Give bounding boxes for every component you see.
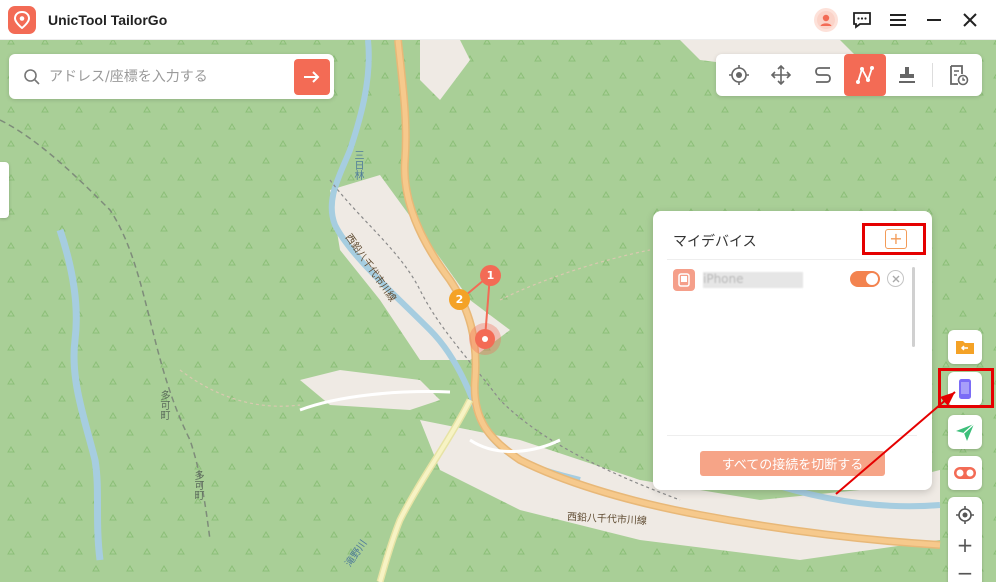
chat-icon[interactable] — [850, 8, 874, 32]
hamburger-icon[interactable] — [886, 8, 910, 32]
user-avatar-icon[interactable] — [814, 8, 838, 32]
zoom-out-button[interactable]: − — [948, 558, 982, 582]
zoom-controls: + − — [948, 497, 982, 582]
history-mode-button[interactable] — [937, 54, 979, 96]
highlight-box-device-manager — [938, 368, 994, 408]
search-bar — [9, 54, 334, 99]
route-point-2[interactable]: 2 — [449, 289, 470, 310]
highlight-box-add-device — [862, 223, 926, 255]
phone-device-icon — [673, 269, 695, 291]
paper-plane-icon — [956, 423, 975, 441]
two-spot-mode-button[interactable] — [802, 54, 844, 96]
plus-icon: + — [956, 533, 974, 557]
teleport-mode-button[interactable] — [718, 54, 760, 96]
joystick-mode-button[interactable] — [760, 54, 802, 96]
route-point-label: 2 — [455, 293, 464, 306]
route-point-label: 1 — [486, 269, 495, 282]
search-icon — [24, 68, 40, 85]
s-route-icon — [815, 67, 831, 83]
multi-route-icon — [856, 66, 874, 84]
locate-button[interactable] — [948, 500, 982, 530]
toolbar-divider — [932, 63, 933, 87]
locate-icon — [956, 506, 974, 524]
minimize-icon[interactable] — [922, 8, 946, 32]
multi-spot-mode-button[interactable] — [844, 54, 886, 96]
folder-import-icon — [956, 341, 974, 354]
title-bar: UnicTool TailorGo — [0, 0, 996, 40]
device-name: iPhone — [703, 272, 803, 288]
search-go-button[interactable] — [294, 58, 330, 95]
close-icon[interactable] — [958, 8, 982, 32]
navigate-button[interactable] — [948, 415, 982, 449]
device-list-item[interactable]: iPhone — [673, 267, 909, 293]
map-pin-logo-icon — [8, 5, 36, 34]
device-panel-title: マイデバイス — [673, 234, 757, 250]
place-label: 多可町 — [192, 470, 203, 500]
app-title: UnicTool TailorGo — [48, 11, 168, 28]
mode-toolbar — [716, 54, 982, 96]
move-arrows-icon — [770, 64, 792, 86]
search-input[interactable] — [49, 68, 294, 85]
place-label: 多可町 — [158, 390, 169, 420]
zoom-in-button[interactable]: + — [948, 530, 982, 560]
route-point-1[interactable]: 1 — [480, 265, 501, 286]
import-gpx-button[interactable] — [948, 330, 982, 364]
close-icon — [892, 275, 899, 282]
switch-icon — [954, 467, 976, 479]
place-label: 三日林 — [352, 150, 363, 180]
history-doc-icon — [950, 65, 969, 86]
sidebar-expand-handle[interactable] — [0, 162, 9, 218]
stamp-icon — [899, 67, 915, 83]
remove-device-button[interactable] — [887, 270, 904, 287]
device-list-scrollbar[interactable] — [912, 267, 915, 347]
toggle-switch-button[interactable] — [948, 456, 982, 490]
crosshair-icon — [729, 65, 749, 85]
jump-teleport-mode-button[interactable] — [886, 54, 928, 96]
arrow-right-icon — [304, 70, 320, 83]
divider — [667, 259, 917, 260]
minus-icon: − — [956, 561, 974, 582]
device-connection-toggle[interactable] — [850, 271, 880, 287]
disconnect-all-button[interactable]: すべての接続を切断する — [700, 451, 885, 476]
divider — [667, 435, 917, 436]
